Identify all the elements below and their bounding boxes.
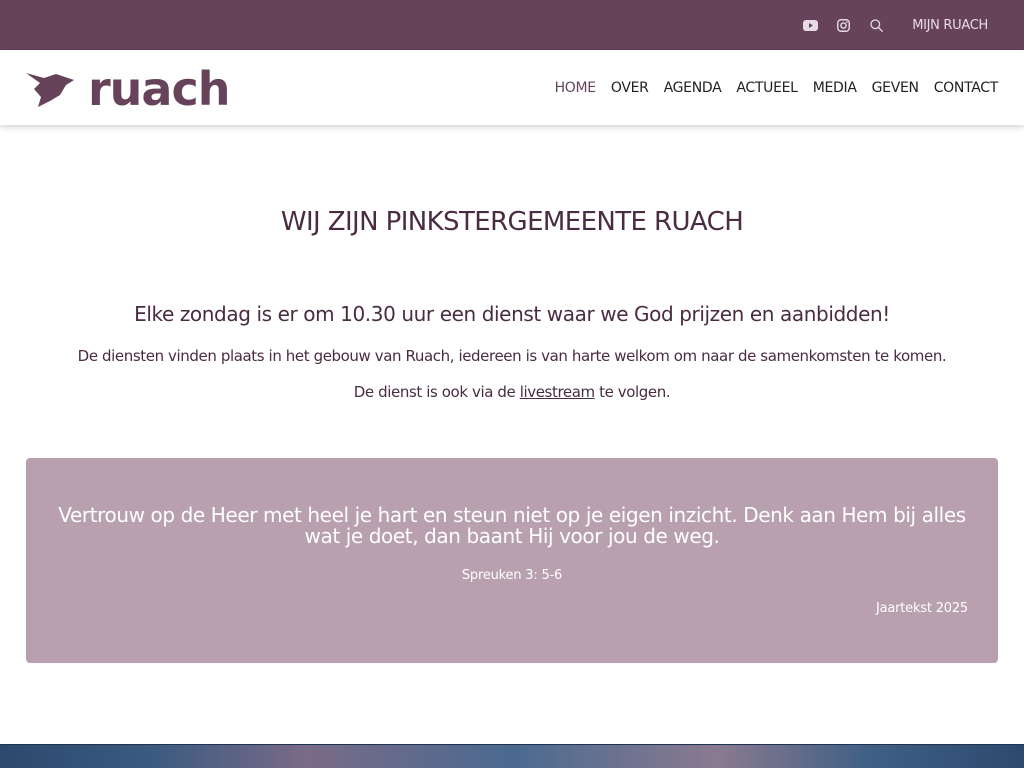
- nav-geven[interactable]: GEVEN: [872, 80, 919, 96]
- youtube-icon[interactable]: [802, 17, 818, 33]
- search-icon[interactable]: [868, 17, 884, 33]
- livestream-text-before: De dienst is ook via de: [353, 383, 520, 401]
- quote-text: Vertrouw op de Heer met heel je hart en …: [58, 503, 966, 548]
- mijn-ruach-link[interactable]: MIJN RUACH: [912, 18, 988, 33]
- service-time-lead: Elke zondag is er om 10.30 uur een diens…: [134, 302, 890, 326]
- nav-media[interactable]: MEDIA: [813, 80, 857, 96]
- year-text-quote-box: Vertrouw op de Heer met heel je hart en …: [26, 458, 998, 663]
- main-header: ruach HOME OVER AGENDA ACTUEEL MEDIA GEV…: [0, 50, 1024, 125]
- livestream-paragraph: De dienst is ook via de livestream te vo…: [0, 383, 1024, 401]
- welcome-paragraph: De diensten vinden plaats in het gebouw …: [77, 347, 947, 365]
- livestream-link[interactable]: livestream: [520, 383, 595, 401]
- nav-contact[interactable]: CONTACT: [934, 80, 999, 96]
- top-utility-bar: MIJN RUACH: [0, 0, 1024, 50]
- main-nav: HOME OVER AGENDA ACTUEEL MEDIA GEVEN CON…: [540, 50, 999, 125]
- quote-label: Jaartekst 2025: [875, 601, 968, 616]
- livestream-text-after: te volgen.: [594, 383, 671, 401]
- main-content: WIJ ZIJN PINKSTERGEMEENTE RUACH Elke zon…: [0, 125, 1024, 745]
- nav-over[interactable]: OVER: [611, 80, 649, 96]
- dove-logo-icon: [26, 73, 74, 107]
- instagram-icon[interactable]: [835, 17, 851, 33]
- page-title: WIJ ZIJN PINKSTERGEMEENTE RUACH: [280, 207, 744, 237]
- nav-agenda[interactable]: AGENDA: [664, 80, 722, 96]
- nav-actueel[interactable]: ACTUEEL: [736, 80, 798, 96]
- site-logo[interactable]: ruach: [26, 64, 230, 114]
- logo-wordmark: ruach: [88, 62, 230, 116]
- hero-image-strip: [0, 744, 1024, 768]
- nav-home[interactable]: HOME: [555, 80, 597, 96]
- quote-reference: Spreuken 3: 5-6: [461, 568, 563, 583]
